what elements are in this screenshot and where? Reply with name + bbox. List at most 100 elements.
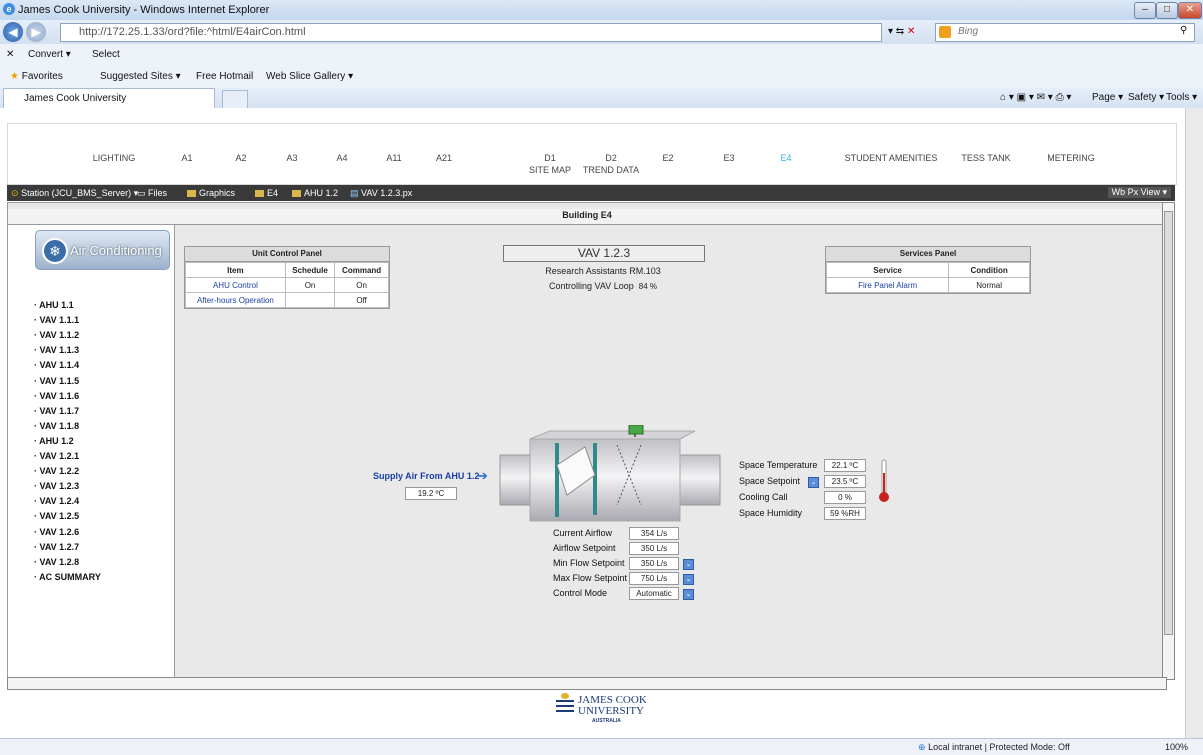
path-vav[interactable]: ▤ VAV 1.2.3.px xyxy=(350,188,412,199)
close-window-button[interactable]: ✕ xyxy=(1178,2,1202,19)
minimize-button[interactable]: – xyxy=(1134,2,1156,19)
nav-item-e2[interactable]: E2 xyxy=(662,152,673,164)
safety-menu[interactable]: Safety ▾ xyxy=(1128,92,1164,103)
path-station[interactable]: ⊙ Station (JCU_BMS_Server) ▾ xyxy=(11,188,138,199)
sidebar-item-label: VAV 1.2.1 xyxy=(39,451,80,461)
sidebar-item-vav-1-1-6[interactable]: · VAV 1.1.6 xyxy=(34,391,79,401)
search-icon[interactable]: ⚲ xyxy=(1180,25,1187,36)
close-bar-icon[interactable]: ✕ xyxy=(6,49,14,60)
sidebar-item-vav-1-2-3[interactable]: · VAV 1.2.3 xyxy=(34,481,79,491)
bing-icon xyxy=(939,26,951,38)
nav-item-metering[interactable]: METERING xyxy=(1047,152,1095,164)
path-e4[interactable]: E4 xyxy=(255,188,278,198)
edit-dropdown-icon[interactable]: ⌄ xyxy=(683,559,694,570)
sidebar-item-ac-summary[interactable]: · AC SUMMARY xyxy=(34,572,101,582)
nav-item-student-amenities[interactable]: STUDENT AMENITIES xyxy=(845,152,938,164)
select-button[interactable]: Select xyxy=(92,49,120,60)
ie-logo-icon: e xyxy=(3,3,15,15)
space-value: 0 % xyxy=(824,491,866,504)
edit-dropdown-icon[interactable]: ⌄ xyxy=(683,574,694,585)
path-graphics[interactable]: Graphics xyxy=(187,188,235,198)
convert-button[interactable]: Convert ▾ xyxy=(28,49,71,60)
home-icon[interactable]: ⌂ ▾ ▣ ▾ ✉ ▾ ⎙ ▾ xyxy=(1000,92,1071,103)
after-hours-command[interactable]: Off xyxy=(334,292,389,308)
sidebar-item-vav-1-2-1[interactable]: · VAV 1.2.1 xyxy=(34,451,79,461)
content-horizontal-scrollbar[interactable] xyxy=(7,677,1167,690)
path-files[interactable]: ▭ Files xyxy=(137,188,167,199)
sidebar-item-ahu-1-2[interactable]: · AHU 1.2 xyxy=(34,436,74,446)
sidebar-item-vav-1-1-4[interactable]: · VAV 1.1.4 xyxy=(34,360,79,370)
nav-item-a1[interactable]: A1 xyxy=(181,152,192,164)
sidebar-item-vav-1-1-3[interactable]: · VAV 1.1.3 xyxy=(34,345,79,355)
view-label: Wb Px View xyxy=(1111,187,1160,197)
intranet-icon: ⊕ xyxy=(918,742,926,752)
view-selector[interactable]: Wb Px View ▾ xyxy=(1107,187,1171,198)
back-icon[interactable]: ◀ xyxy=(3,22,23,42)
tools-menu[interactable]: Tools ▾ xyxy=(1166,92,1197,103)
space-value[interactable]: 23.5 ºC xyxy=(824,475,866,488)
nav-item-a11[interactable]: A11 xyxy=(386,152,401,164)
tab-james-cook[interactable]: James Cook University xyxy=(3,88,215,108)
sidebar-item-vav-1-2-8[interactable]: · VAV 1.2.8 xyxy=(34,557,79,567)
sidebar-item-vav-1-1-8[interactable]: · VAV 1.1.8 xyxy=(34,421,79,431)
sidebar-item-vav-1-2-6[interactable]: · VAV 1.2.6 xyxy=(34,527,79,537)
sidebar-item-label: VAV 1.2.3 xyxy=(39,481,80,492)
sidebar-item-vav-1-1-2[interactable]: · VAV 1.1.2 xyxy=(34,330,79,340)
content-vertical-scrollbar[interactable] xyxy=(1162,202,1175,680)
convert-label: Convert xyxy=(28,49,64,60)
fav-suggested-sites[interactable]: Suggested Sites ▾ xyxy=(100,71,181,82)
sidebar-item-ahu-1-1[interactable]: · AHU 1.1 xyxy=(34,300,74,310)
nav-item-d2[interactable]: D2 TREND DATA xyxy=(583,152,639,176)
services-table: Service Condition Fire Panel Alarm Norma… xyxy=(825,262,1030,293)
nav-item-a21[interactable]: A21 xyxy=(436,152,452,164)
nav-item-tess-tank[interactable]: TESS TANK xyxy=(961,152,1010,164)
fav-free-hotmail[interactable]: Free Hotmail xyxy=(196,71,253,82)
vav-label: VAV 1.2.3.px xyxy=(361,188,413,198)
nav-item-e3[interactable]: E3 xyxy=(723,152,734,164)
scroll-thumb[interactable] xyxy=(1164,211,1173,635)
refresh-icon[interactable]: ▾ ⇆ ✕ xyxy=(888,26,915,37)
forward-icon[interactable]: ▶ xyxy=(26,22,46,42)
maximize-button[interactable]: □ xyxy=(1156,2,1178,19)
space-label: Space Humidity xyxy=(739,508,803,518)
sidebar-item-vav-1-2-7[interactable]: · VAV 1.2.7 xyxy=(34,542,79,552)
jcu-logo: JAMES COOK UNIVERSITY AUSTRALIA xyxy=(552,692,652,732)
nav-item-d1[interactable]: D1 SITE MAP xyxy=(529,152,571,176)
sidebar-item-label: VAV 1.1.8 xyxy=(39,420,80,431)
browser-scrollbar[interactable] xyxy=(1185,108,1203,738)
fav-web-slice-gallery[interactable]: Web Slice Gallery ▾ xyxy=(266,71,353,82)
flow-value[interactable]: Automatic xyxy=(629,587,679,600)
path-ahu[interactable]: AHU 1.2 xyxy=(292,188,338,198)
loop-value: 84 % xyxy=(638,282,657,291)
sidebar-item-vav-1-1-5[interactable]: · VAV 1.1.5 xyxy=(34,376,79,386)
nav-item-lighting[interactable]: LIGHTING xyxy=(93,152,136,164)
sidebar-item-vav-1-2-2[interactable]: · VAV 1.2.2 xyxy=(34,466,79,476)
zoom-level[interactable]: 100% xyxy=(1165,742,1188,752)
nav-item-a2[interactable]: A2 xyxy=(235,152,246,164)
favorites-button[interactable]: ★ Favorites xyxy=(10,71,63,82)
search-input[interactable]: Bing ⚲ xyxy=(935,23,1195,42)
nav-item-a3[interactable]: A3 xyxy=(286,152,297,164)
ahu-command[interactable]: On xyxy=(334,277,389,293)
edit-dropdown-icon[interactable]: ⌄ xyxy=(683,589,694,600)
sidebar-item-vav-1-1-1[interactable]: · VAV 1.1.1 xyxy=(34,315,79,325)
nav-item-e4[interactable]: E4 xyxy=(780,152,791,164)
flow-value[interactable]: 750 L/s xyxy=(629,572,679,585)
url-input[interactable]: http://172.25.1.33/ord?file:^html/E4airC… xyxy=(60,23,882,42)
nav-item-a4[interactable]: A4 xyxy=(336,152,347,164)
sidebar-item-vav-1-1-7[interactable]: · VAV 1.1.7 xyxy=(34,406,79,416)
window-title: James Cook University - Windows Internet… xyxy=(18,4,270,16)
ahu-control-link[interactable]: AHU Control xyxy=(185,277,286,293)
after-hours-link[interactable]: After-hours Operation xyxy=(185,292,286,308)
fire-panel-link[interactable]: Fire Panel Alarm xyxy=(825,277,950,293)
new-tab-button[interactable] xyxy=(222,90,248,109)
space-value: 22.1 ºC xyxy=(824,459,866,472)
setpoint-edit-icon[interactable]: ⌄ xyxy=(808,477,819,488)
page-menu[interactable]: Page ▾ xyxy=(1092,92,1123,103)
nav-label: A1 xyxy=(181,153,193,163)
nav-sublink[interactable]: TREND DATA xyxy=(583,164,639,176)
sidebar-item-vav-1-2-4[interactable]: · VAV 1.2.4 xyxy=(34,496,79,506)
nav-sublink[interactable]: SITE MAP xyxy=(529,164,571,176)
sidebar-item-vav-1-2-5[interactable]: · VAV 1.2.5 xyxy=(34,511,79,521)
flow-value[interactable]: 350 L/s xyxy=(629,557,679,570)
